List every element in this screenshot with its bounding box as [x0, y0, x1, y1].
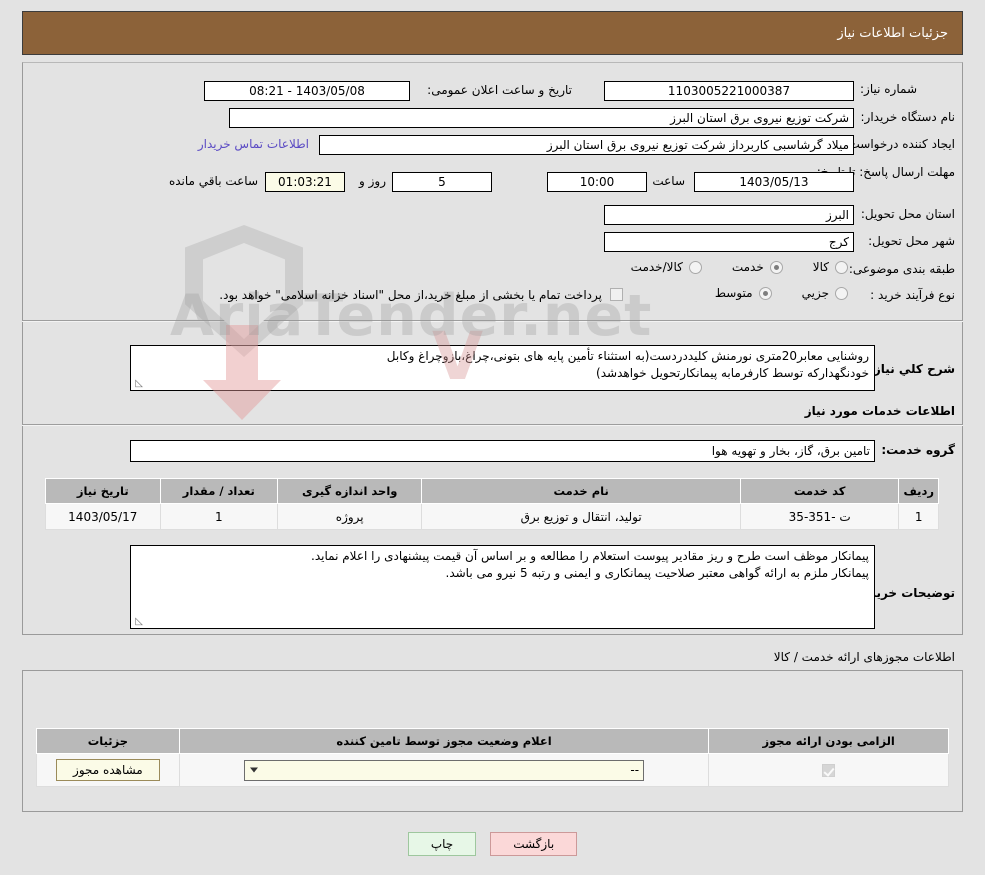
remaining-days-field[interactable]: 5: [392, 172, 492, 192]
delivery-city-field[interactable]: کرج: [604, 232, 854, 252]
th-unit: واحد اندازه گیری: [277, 478, 423, 504]
need-number-field[interactable]: 1103005221000387: [604, 81, 854, 101]
buyer-notes-textarea[interactable]: پیمانکار موظف است طرح و ریز مقادیر پیوست…: [130, 545, 875, 629]
service-group-label: گروه خدمت:: [881, 443, 955, 457]
deadline-hour-field[interactable]: 10:00: [547, 172, 647, 192]
radio-option-medium-label: متوسط: [714, 286, 753, 300]
th-permit-details: جزئیات: [36, 728, 180, 754]
permit-status-select[interactable]: --: [244, 759, 645, 781]
radio-medium-icon[interactable]: [758, 286, 772, 300]
cell-permit-status: --: [178, 753, 710, 787]
deadline-hour-label: ساعت: [652, 174, 685, 188]
purchase-process-label: نوع فرآیند خرید :: [870, 288, 955, 302]
remaining-time-label: ساعت باقي مانده: [168, 174, 258, 188]
cell-index: 1: [898, 503, 939, 530]
resize-grip-icon-2[interactable]: ◺: [133, 617, 143, 627]
cell-unit: پروژه: [277, 503, 423, 530]
permits-table-header-row: الزامی بودن ارائه مجوز اعلام وضعیت مجوز …: [36, 728, 949, 754]
treasury-docs-checkbox[interactable]: [610, 288, 623, 301]
need-description-line-2: خودنگهدارکه توسط کارفرمابه پیمانکارتحویل…: [596, 366, 869, 380]
chevron-down-icon: [250, 767, 259, 773]
buyer-notes-line-1: پیمانکار موظف است طرح و ریز مقادیر پیوست…: [311, 549, 869, 563]
treasury-docs-text: پرداخت تمام یا بخشی از مبلغ خرید،از محل …: [219, 288, 602, 302]
remaining-time-field: 01:03:21: [265, 172, 345, 192]
th-index: ردیف: [898, 478, 939, 504]
permit-required-checkbox: [822, 764, 836, 777]
table-row: 1 ت -351-35 تولید، انتقال و توزیع برق پر…: [45, 503, 939, 530]
service-group-field[interactable]: تامین برق، گاز، بخار و تهویه هوا: [130, 440, 875, 462]
th-service-code: کد خدمت: [739, 478, 900, 504]
radio-goods-icon[interactable]: [835, 260, 848, 274]
th-service-name: نام خدمت: [421, 478, 741, 504]
need-description-textarea[interactable]: روشنایی معابر20متری نورمنش کلیددردست(به …: [130, 345, 875, 391]
subject-category-label: طبقه بندی موضوعی:: [848, 262, 955, 276]
th-permit-status: اعلام وضعیت مجوز توسط تامین کننده: [178, 728, 710, 754]
view-permit-button[interactable]: مشاهده مجوز: [56, 759, 160, 781]
buyer-org-label: نام دستگاه خریدار:: [860, 110, 956, 124]
radio-option-minor-label: جزیي: [801, 286, 829, 300]
radio-option-goods-service-label: کالا/خدمت: [630, 260, 683, 274]
print-button[interactable]: چاپ: [407, 832, 477, 856]
delivery-province-field[interactable]: البرز: [604, 205, 854, 225]
need-number-label: شماره نیاز:: [860, 82, 917, 96]
request-creator-label: ایجاد کننده درخواست:: [844, 137, 955, 151]
services-table-header-row: ردیف کد خدمت نام خدمت واحد اندازه گیری ت…: [45, 478, 939, 504]
radio-goods-service-icon[interactable]: [688, 260, 702, 274]
delivery-city-label: شهر محل تحویل:: [868, 234, 955, 248]
th-need-date: تاریخ نیاز: [45, 478, 161, 504]
page-title-bar: جزئیات اطلاعات نیاز: [22, 11, 963, 55]
need-description-line-1: روشنایی معابر20متری نورمنش کلیددردست(به …: [386, 349, 869, 363]
cell-service-code: ت -351-35: [739, 503, 900, 530]
th-permit-required: الزامی بودن ارائه مجوز: [708, 728, 949, 754]
cell-need-date: 1403/05/17: [45, 503, 161, 530]
need-description-label: شرح کلي نیاز:: [869, 362, 955, 376]
permit-status-select-value: --: [630, 762, 640, 777]
radio-option-goods-service[interactable]: کالا/خدمت: [631, 260, 702, 274]
cell-permit-details: مشاهده مجوز: [36, 753, 180, 787]
remaining-days-unit-label: روز و: [359, 174, 386, 188]
services-table: ردیف کد خدمت نام خدمت واحد اندازه گیری ت…: [45, 478, 939, 530]
radio-option-goods[interactable]: کالا: [813, 260, 848, 274]
radio-option-medium[interactable]: متوسط: [715, 286, 772, 300]
section-divider-1: [22, 320, 963, 322]
radio-option-minor[interactable]: جزیي: [802, 286, 848, 300]
radio-option-goods-label: کالا: [812, 260, 829, 274]
response-deadline-label: مهلت ارسال پاسخ: تا تاریخ:: [816, 165, 955, 179]
need-number-row: شماره نیاز:: [860, 82, 955, 96]
subject-category-radio-group: کالا خدمت کالا/خدمت: [631, 260, 848, 274]
announce-datetime-label: تاریخ و ساعت اعلان عمومی:: [427, 83, 572, 97]
radio-service-icon[interactable]: [769, 260, 783, 274]
section-divider-2: [22, 424, 963, 426]
request-creator-field[interactable]: میلاد گرشاسبی کاربرداز شرکت توزیع نیروی …: [319, 135, 854, 155]
delivery-province-label: استان محل تحویل:: [860, 207, 955, 221]
buyer-org-field[interactable]: شرکت توزیع نیروی برق استان البرز: [229, 108, 854, 128]
back-button[interactable]: بازگشت: [490, 832, 578, 856]
th-quantity: تعداد / مقدار: [159, 478, 279, 504]
radio-option-service[interactable]: خدمت: [732, 260, 783, 274]
radio-minor-icon[interactable]: [835, 286, 848, 300]
deadline-date-field[interactable]: 1403/05/13: [694, 172, 854, 192]
purchase-process-radio-group: جزیي متوسط: [715, 286, 848, 300]
services-section-label: اطلاعات خدمات مورد نیاز: [804, 404, 955, 418]
cell-permit-required: [708, 753, 949, 787]
cell-service-name: تولید، انتقال و توزیع برق: [421, 503, 741, 530]
footer-actions: بازگشت چاپ: [0, 832, 985, 856]
permits-table: الزامی بودن ارائه مجوز اعلام وضعیت مجوز …: [36, 728, 949, 787]
radio-option-service-label: خدمت: [731, 260, 764, 274]
buyer-notes-line-2: پیمانکار ملزم به ارائه گواهی معتبر صلاحی…: [445, 566, 869, 580]
page-title: جزئیات اطلاعات نیاز: [837, 25, 948, 41]
permits-section-label: اطلاعات مجوزهای ارائه خدمت / کالا: [773, 650, 955, 664]
buyer-contact-link[interactable]: اطلاعات تماس خریدار: [198, 137, 309, 151]
resize-grip-icon[interactable]: ◺: [133, 379, 143, 389]
cell-quantity: 1: [159, 503, 279, 530]
table-row: -- مشاهده مجوز: [36, 753, 949, 787]
announce-datetime-field[interactable]: 1403/05/08 - 08:21: [204, 81, 410, 101]
